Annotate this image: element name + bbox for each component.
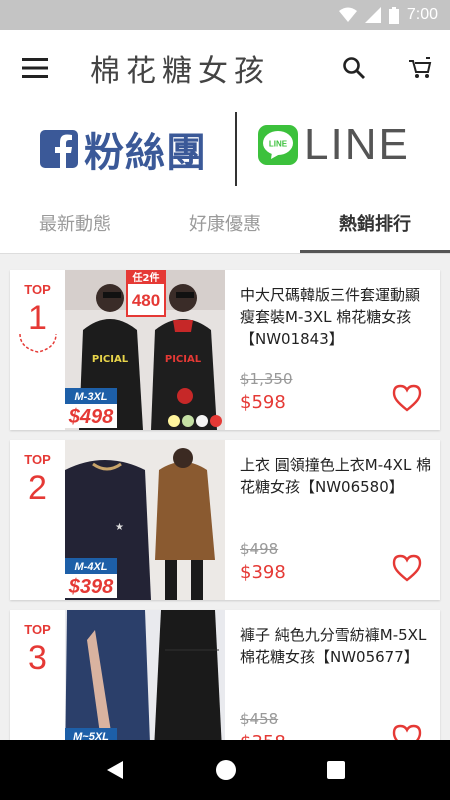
product-image[interactable]: PICIAL PICIAL 任2件 480 M-3XL $498 (65, 270, 225, 430)
product-name[interactable]: 褲子 純色九分雪紡褲M-5XL 棉花糖女孩【NW05677】 (240, 624, 432, 668)
status-time: 7:00 (406, 6, 438, 23)
app-title: 棉花糖女孩 (90, 54, 270, 89)
menu-icon (22, 58, 48, 78)
home-icon[interactable] (215, 759, 237, 781)
line-logo-text: LINE (269, 140, 288, 149)
heart-icon[interactable] (392, 554, 422, 582)
product-name[interactable]: 上衣 圓領撞色上衣M-4XL 棉花糖女孩【NW06580】 (240, 454, 432, 498)
product-image[interactable]: M~5XL (65, 610, 225, 740)
tab-deals[interactable]: 好康優惠 (150, 192, 300, 253)
facebook-logo-icon (40, 130, 78, 168)
original-price: $458 (240, 710, 279, 728)
status-bar: 7:00 (0, 0, 450, 30)
battery-icon (388, 6, 399, 24)
line-logo-icon: LINE (258, 125, 298, 165)
rank-number: 2 (28, 469, 47, 507)
rank-badge: TOP 3 (10, 610, 65, 740)
tab-latest-news[interactable]: 最新動態 (0, 192, 150, 253)
heart-icon[interactable] (392, 724, 422, 740)
product-name[interactable]: 中大尺碼韓版三件套運動顯瘦套裝M-3XL 棉花糖女孩【NW01843】 (240, 284, 432, 350)
product-card[interactable]: TOP 1 PICIAL PICIAL 任2件 480 M-3XL $498 中… (10, 270, 440, 430)
product-card[interactable]: TOP 3 M~5XL 褲子 純色九分雪紡褲M-5XL 棉花糖女孩【NW0567… (10, 610, 440, 740)
search-icon (343, 57, 365, 79)
laurel-icon (19, 333, 57, 353)
thumb-promo-price: 480 (132, 291, 160, 310)
sale-price: $598 (240, 392, 286, 413)
signal-icon (364, 7, 381, 23)
heart-icon[interactable] (392, 384, 422, 412)
svg-text:PICIAL: PICIAL (165, 354, 202, 365)
system-nav-bar (0, 740, 450, 800)
rank-top-label: TOP (24, 282, 51, 297)
rank-badge: TOP 1 (10, 270, 65, 430)
product-card[interactable]: TOP 2 ★ M-4XL $398 上衣 圓領撞色上衣M-4XL 棉花糖女孩【… (10, 440, 440, 600)
rank-badge: TOP 2 (10, 440, 65, 600)
facebook-fanpage-label: 粉絲團 (84, 130, 207, 176)
original-price: $498 (240, 540, 279, 558)
rank-number: 3 (28, 639, 47, 677)
recents-icon[interactable] (326, 760, 346, 780)
thumb-size-label: M~5XL (73, 731, 109, 740)
original-price: $1,350 (240, 370, 293, 388)
svg-text:PICIAL: PICIAL (92, 354, 129, 365)
menu-button[interactable] (0, 30, 70, 106)
thumb-size-label: M-4XL (75, 561, 108, 573)
cart-button[interactable] (402, 50, 438, 86)
line-link[interactable]: LINE LINE (258, 120, 410, 170)
thumb-price-label: $398 (68, 576, 114, 598)
tab-bar: 最新動態 好康優惠 熱銷排行 (0, 192, 450, 254)
thumb-promo-label: 任2件 (132, 271, 160, 284)
sale-price: $398 (240, 562, 286, 583)
cart-icon (409, 57, 432, 78)
product-image[interactable]: ★ M-4XL $398 (65, 440, 225, 600)
wifi-icon (338, 7, 357, 22)
svg-text:★: ★ (115, 522, 124, 533)
app-bar: 棉花糖女孩 (0, 30, 450, 106)
line-label: LINE (304, 120, 410, 169)
back-icon[interactable] (104, 759, 126, 781)
sale-price: $358 (240, 732, 286, 740)
social-banner: 粉絲團 LINE LINE (0, 106, 450, 192)
tab-best-sellers[interactable]: 熱銷排行 (300, 192, 450, 253)
search-button[interactable] (336, 50, 372, 86)
facebook-fanpage-link[interactable]: 粉絲團 (40, 120, 207, 178)
rank-top-label: TOP (24, 622, 51, 637)
rank-top-label: TOP (24, 452, 51, 467)
product-list[interactable]: TOP 1 PICIAL PICIAL 任2件 480 M-3XL $498 中… (0, 254, 450, 740)
banner-divider (235, 112, 237, 186)
thumb-price-label: $498 (68, 406, 114, 428)
thumb-size-label: M-3XL (75, 391, 108, 403)
